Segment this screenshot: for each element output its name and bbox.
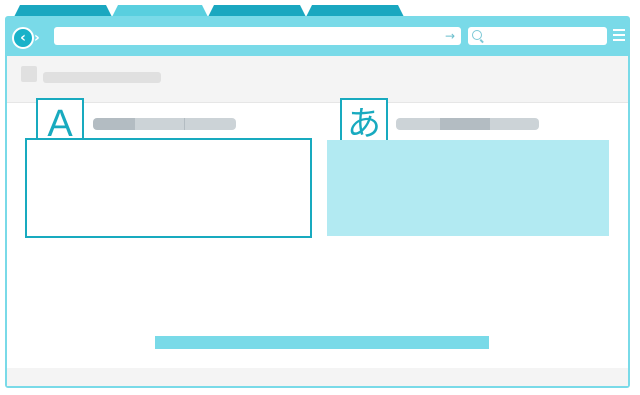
target-text-output (327, 140, 609, 236)
page-footer (7, 368, 628, 386)
source-option-2[interactable] (135, 118, 184, 130)
target-language-selector[interactable] (396, 118, 539, 130)
forward-button[interactable]: › (34, 31, 40, 45)
back-button[interactable]: ‹ (12, 27, 34, 49)
page-logo-placeholder (21, 66, 37, 82)
chevron-left-icon: ‹ (20, 30, 26, 46)
translate-action-bar[interactable] (155, 336, 489, 349)
search-icon (472, 30, 482, 40)
source-text-input[interactable] (25, 138, 312, 238)
source-option-1[interactable] (93, 118, 135, 130)
page-header (7, 56, 628, 103)
go-arrow-icon[interactable]: → (445, 28, 455, 44)
target-option-3[interactable] (490, 118, 539, 130)
target-option-2[interactable] (440, 118, 490, 130)
source-option-3[interactable] (184, 118, 236, 130)
address-bar[interactable]: → (54, 27, 461, 45)
target-option-1[interactable] (396, 118, 440, 130)
hamburger-menu-icon[interactable] (613, 29, 625, 41)
page-title-placeholder (43, 72, 161, 83)
browser-toolbar: ‹ › → (7, 18, 628, 56)
browser-window: ‹ › → A あ (5, 16, 630, 388)
source-language-selector[interactable] (93, 118, 236, 130)
search-input[interactable] (468, 27, 607, 45)
target-language-glyph: あ (347, 104, 381, 144)
